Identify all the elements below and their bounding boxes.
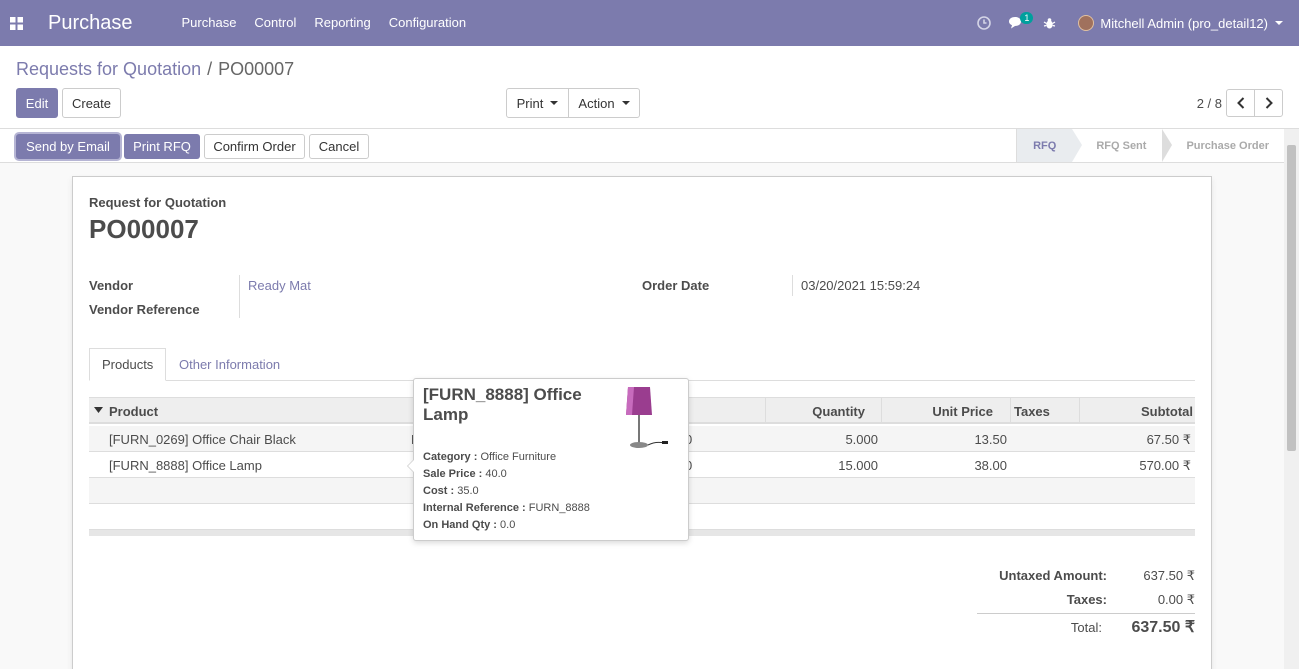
category-label: Category :	[423, 451, 478, 463]
untaxed-amount-label: Untaxed Amount:	[999, 568, 1107, 583]
column-unit-price[interactable]: Unit Price	[932, 404, 993, 419]
action-label: Action	[578, 95, 615, 111]
apps-menu-icon[interactable]	[0, 0, 32, 46]
menu-reporting[interactable]: Reporting	[305, 0, 379, 46]
debug-bug-icon[interactable]	[1036, 0, 1063, 46]
column-product[interactable]: Product	[109, 404, 158, 419]
pager-previous-button[interactable]	[1226, 89, 1255, 117]
messages-count-badge: 1	[1020, 12, 1034, 24]
user-name: Mitchell Admin (pro_detail12)	[1100, 15, 1268, 31]
tooltip-title: [FURN_8888] Office Lamp	[423, 385, 582, 424]
tooltip-internal-reference: Internal Reference : FURN_8888	[423, 502, 590, 514]
chevron-left-icon	[1236, 97, 1244, 109]
stage-rfq[interactable]: RFQ	[1016, 129, 1083, 162]
stage-purchase-order[interactable]: Purchase Order	[1162, 129, 1299, 162]
tooltip-sale-price: Sale Price : 40.0	[423, 468, 507, 480]
vendor-reference-label: Vendor Reference	[89, 302, 200, 317]
row-unit-price: 38.00	[974, 458, 1007, 473]
lamp-product-image	[626, 387, 668, 448]
row-quantity: 5.000	[845, 432, 878, 447]
breadcrumb-separator: /	[207, 59, 213, 79]
create-button[interactable]: Create	[62, 88, 121, 118]
row-quantity: 15.000	[838, 458, 878, 473]
total-label: Total:	[1070, 620, 1102, 635]
row-product: [FURN_8888] Office Lamp	[109, 458, 262, 473]
messages-icon[interactable]: 1	[1003, 0, 1034, 46]
chevron-down-icon	[621, 101, 630, 105]
sale-price-label: Sale Price :	[423, 468, 483, 480]
internal-reference-label: Internal Reference :	[423, 502, 526, 514]
order-name: PO00007	[89, 214, 199, 244]
user-avatar	[1078, 15, 1095, 31]
tab-products[interactable]: Products	[89, 348, 166, 381]
row-product: [FURN_0269] Office Chair Black	[109, 432, 296, 447]
internal-reference-value: FURN_8888	[528, 502, 590, 514]
product-tooltip: [FURN_8888] Office Lamp Category : Offic…	[407, 378, 689, 541]
on-hand-qty-value: 0.0	[500, 519, 516, 531]
untaxed-amount-value: 637.50 ₹	[1143, 568, 1195, 583]
user-menu[interactable]: Mitchell Admin (pro_detail12)	[1078, 15, 1283, 31]
pager-value[interactable]: 2 / 8	[1197, 96, 1222, 111]
tooltip-on-hand-qty: On Hand Qty : 0.0	[423, 519, 515, 531]
order-date-label: Order Date	[642, 278, 710, 293]
column-separator	[1010, 398, 1011, 423]
app-name[interactable]: Purchase	[48, 12, 133, 35]
column-separator	[765, 398, 766, 423]
row-subtotal: 67.50 ₹	[1146, 432, 1191, 447]
print-rfq-button[interactable]: Print RFQ	[124, 134, 200, 159]
order-date-value: 03/20/2021 15:59:24	[801, 278, 921, 293]
menu-control[interactable]: Control	[245, 0, 305, 46]
top-navbar: Purchase Purchase Control Reporting Conf…	[0, 0, 1299, 46]
send-by-email-button[interactable]: Send by Email	[16, 134, 120, 159]
menu-configuration[interactable]: Configuration	[380, 0, 475, 46]
tooltip-category: Category : Office Furniture	[423, 451, 556, 463]
confirm-order-button[interactable]: Confirm Order	[204, 134, 305, 159]
field-separator	[239, 275, 240, 318]
stage-rfq-sent[interactable]: RFQ Sent	[1072, 129, 1173, 162]
taxes-value: 0.00 ₹	[1157, 592, 1195, 607]
chevron-right-icon	[1265, 97, 1273, 109]
column-separator	[881, 398, 882, 423]
field-separator	[792, 275, 793, 296]
chevron-down-icon	[550, 101, 559, 105]
cost-label: Cost :	[423, 485, 455, 497]
column-quantity[interactable]: Quantity	[812, 404, 865, 419]
status-stages: RFQ RFQ Sent Purchase Order	[1016, 129, 1299, 162]
menu-purchase[interactable]: Purchase	[173, 0, 246, 46]
totals-divider	[977, 613, 1195, 614]
category-value: Office Furniture	[480, 451, 557, 463]
taxes-label: Taxes:	[1066, 592, 1107, 607]
pager-next-button[interactable]	[1254, 89, 1283, 117]
breadcrumb-current: PO00007	[218, 59, 295, 79]
column-taxes[interactable]: Taxes	[1014, 404, 1050, 419]
sale-price-value: 40.0	[485, 468, 507, 480]
row-subtotal: 570.00 ₹	[1139, 458, 1191, 473]
pager: 2 / 8	[1197, 89, 1283, 117]
scrollbar-thumb[interactable]	[1287, 145, 1296, 451]
tab-other-information[interactable]: Other Information	[167, 348, 292, 381]
cost-value: 35.0	[457, 485, 479, 497]
edit-button[interactable]: Edit	[16, 88, 58, 118]
print-dropdown[interactable]: Print	[506, 88, 569, 118]
cancel-button[interactable]: Cancel	[309, 134, 369, 159]
total-value: 637.50 ₹	[1131, 619, 1195, 636]
vendor-link[interactable]: Ready Mat	[248, 278, 311, 293]
tooltip-arrow	[407, 459, 414, 473]
caret-down-icon[interactable]	[94, 407, 103, 413]
tooltip-cost: Cost : 35.0	[423, 485, 479, 497]
breadcrumb-parent[interactable]: Requests for Quotation	[16, 59, 201, 79]
action-dropdown[interactable]: Action	[568, 88, 640, 118]
document-type-label: Request for Quotation	[89, 195, 227, 210]
print-label: Print	[516, 95, 544, 111]
chevron-down-icon	[1275, 21, 1283, 25]
column-subtotal[interactable]: Subtotal	[1141, 404, 1193, 419]
on-hand-qty-label: On Hand Qty :	[423, 519, 497, 531]
column-separator	[1079, 398, 1080, 423]
vendor-label: Vendor	[89, 278, 134, 293]
activity-clock-icon[interactable]	[970, 0, 997, 46]
notebook-tabs: Products Other Information	[89, 348, 1195, 381]
row-unit-price: 13.50	[974, 432, 1007, 447]
form-statusbar: Send by Email Print RFQ Confirm Order Ca…	[0, 128, 1299, 163]
breadcrumb: Requests for Quotation / PO00007	[16, 59, 294, 80]
